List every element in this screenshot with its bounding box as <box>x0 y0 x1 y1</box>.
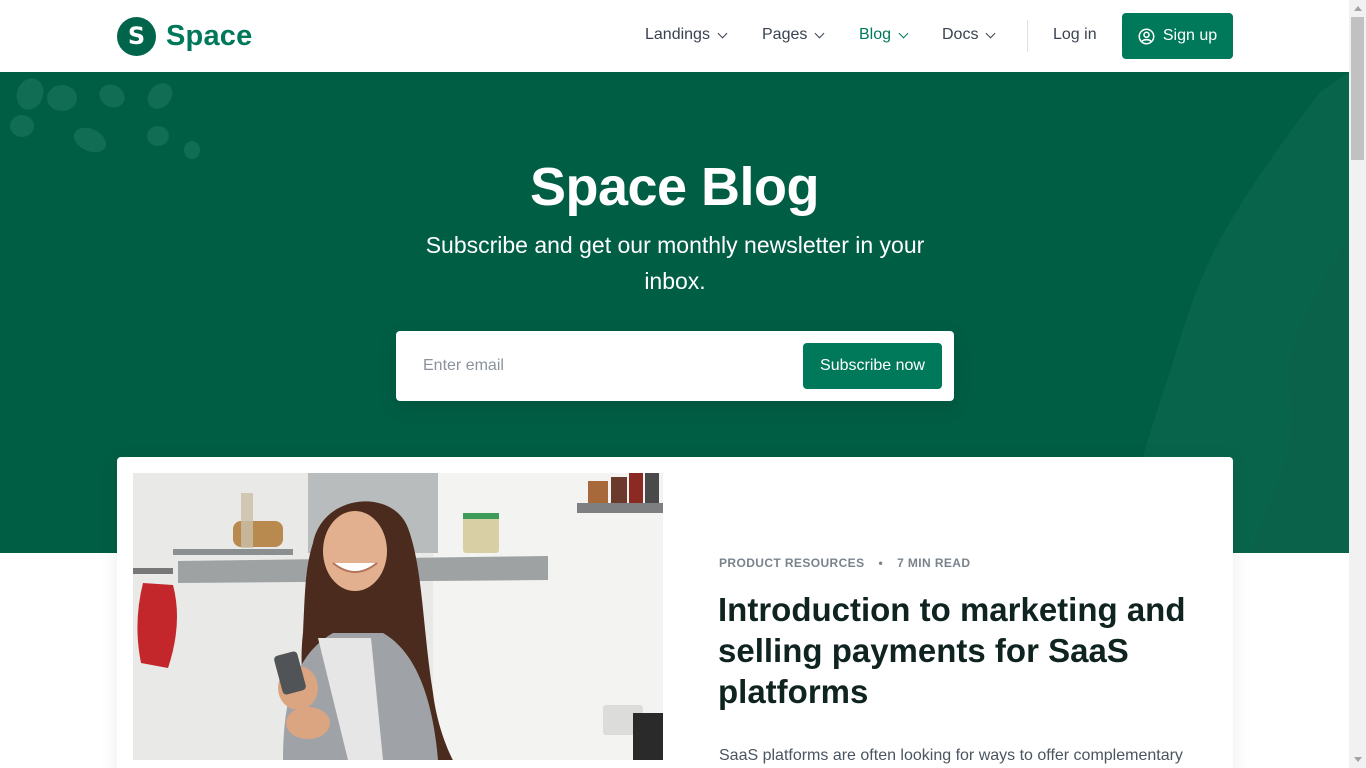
chevron-down-icon <box>717 28 728 38</box>
nav-item-blog[interactable]: Blog <box>859 26 909 44</box>
brand-name: Space <box>166 19 253 52</box>
nav-item-label: Landings <box>645 26 710 43</box>
nav-item-landings[interactable]: Landings <box>645 26 728 44</box>
nav-item-label: Blog <box>859 26 892 43</box>
post-title[interactable]: Introduction to marketing and selling pa… <box>718 589 1198 712</box>
scroll-down-arrow-icon[interactable] <box>1349 751 1366 768</box>
nav-item-docs[interactable]: Docs <box>942 26 996 44</box>
post-category: PRODUCT RESOURCES <box>719 556 865 570</box>
chevron-down-icon <box>814 28 825 38</box>
login-link[interactable]: Log in <box>1053 26 1097 44</box>
post-meta: PRODUCT RESOURCES • 7 MIN READ <box>719 556 970 570</box>
page-scrollbar[interactable] <box>1349 0 1366 768</box>
woman-with-phone-photo <box>133 473 663 760</box>
featured-post-card: PRODUCT RESOURCES • 7 MIN READ Introduct… <box>117 457 1233 768</box>
subscribe-button[interactable]: Subscribe now <box>803 343 942 389</box>
site-header: S Space Landings Pages Blog Docs Log in … <box>0 0 1349 72</box>
email-input[interactable] <box>408 343 788 389</box>
subscribe-form: Subscribe now <box>396 331 954 401</box>
hero-title: Space Blog <box>529 157 820 217</box>
chevron-down-icon <box>898 28 909 38</box>
post-excerpt: SaaS platforms are often looking for way… <box>719 747 1183 764</box>
hero-subtitle: Subscribe and get our monthly newsletter… <box>425 232 925 294</box>
nav-item-pages[interactable]: Pages <box>762 26 825 44</box>
post-read-time: 7 MIN READ <box>897 556 971 570</box>
nav-item-label: Docs <box>942 26 979 43</box>
scrollbar-thumb[interactable] <box>1351 17 1364 160</box>
chevron-down-icon <box>986 28 996 38</box>
featured-post-image[interactable] <box>133 473 663 760</box>
scroll-up-arrow-icon[interactable] <box>1349 0 1366 17</box>
user-circle-icon <box>1138 28 1155 44</box>
nav-item-label: Pages <box>762 26 808 43</box>
meta-separator: • <box>878 556 884 570</box>
signup-button[interactable]: Sign up <box>1122 13 1233 59</box>
nav-divider <box>1027 20 1028 52</box>
signup-label: Sign up <box>1162 27 1218 44</box>
brand-logo[interactable]: S Space <box>117 16 252 56</box>
logo-mark: S <box>117 16 156 56</box>
